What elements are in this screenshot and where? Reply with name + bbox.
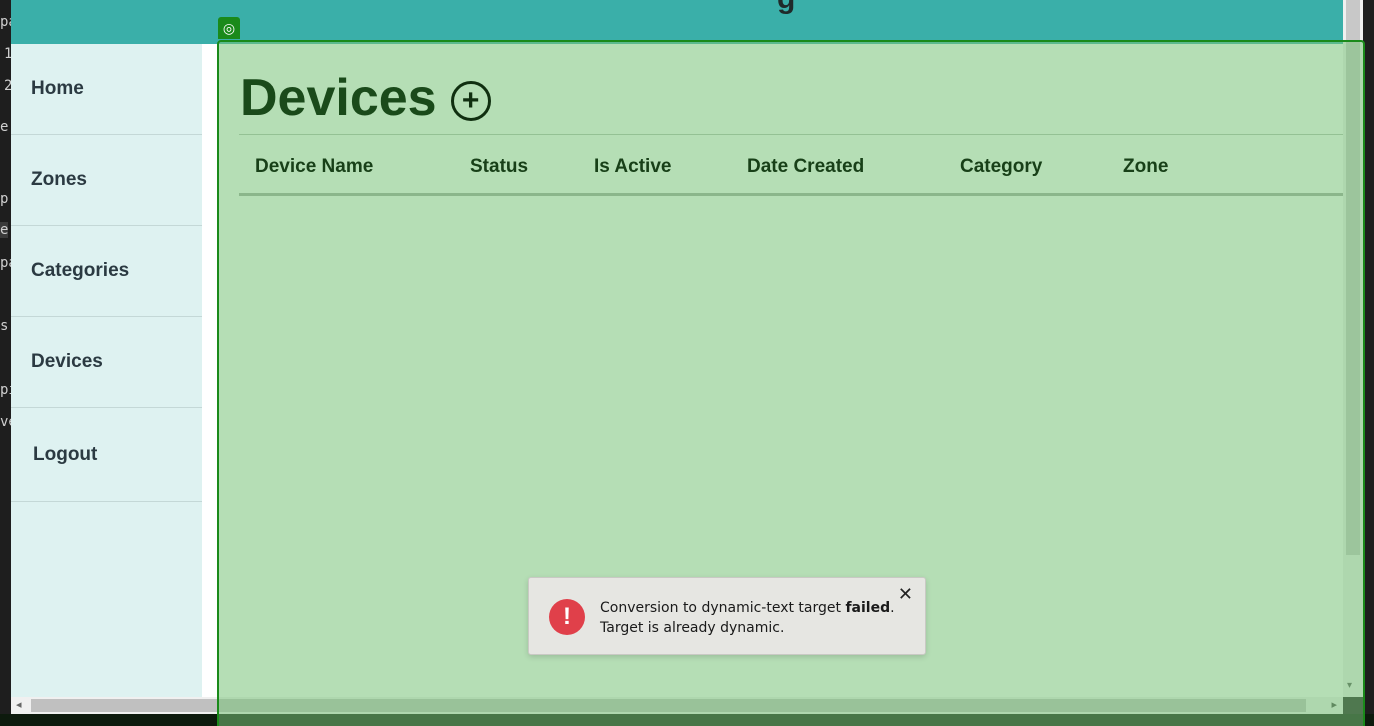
top-bar: g [11, 0, 1343, 44]
toast-message-bold: failed [845, 600, 891, 616]
column-header-status[interactable]: Status [470, 156, 528, 178]
editor-fragment: 2 [4, 78, 11, 94]
column-header-category[interactable]: Category [960, 156, 1042, 178]
column-header-zone[interactable]: Zone [1123, 156, 1168, 178]
app-title-fragment: g [777, 0, 795, 16]
page-heading: Devices + [240, 68, 491, 128]
editor-fragment: e [0, 119, 9, 135]
editor-fragment: e [0, 222, 9, 238]
editor-fragment: pa [0, 255, 11, 271]
sidebar-item-categories[interactable]: Categories [11, 226, 202, 317]
editor-fragment: ve [0, 414, 11, 430]
sidebar: Home Zones Categories Devices Logout [11, 44, 202, 697]
editor-fragment: p [0, 191, 9, 207]
error-toast: ! Conversion to dynamic-text target fail… [528, 577, 926, 655]
devices-table-header: Device Name Status Is Active Date Create… [239, 136, 1343, 196]
background-editor-strip: pa 1 2 e p e pa s pis ve [0, 0, 11, 726]
error-icon: ! [549, 599, 585, 635]
editor-fragment: pis [0, 382, 11, 398]
editor-fragment: 1 [4, 46, 11, 62]
scroll-left-icon[interactable]: ◂ [16, 698, 22, 711]
editor-fragment: pa [0, 14, 11, 30]
sidebar-item-devices[interactable]: Devices [11, 317, 202, 408]
toast-message-text: Conversion to dynamic-text target [600, 600, 846, 616]
add-device-button[interactable]: + [450, 81, 491, 121]
heading-divider [239, 134, 1343, 135]
toast-message: Conversion to dynamic-text target failed… [600, 598, 895, 638]
close-icon[interactable]: ✕ [898, 584, 913, 605]
toast-message-end: . [890, 600, 895, 616]
column-header-is-active[interactable]: Is Active [594, 156, 671, 178]
editor-fragment: s [0, 318, 9, 334]
plus-icon: + [461, 84, 480, 117]
target-icon[interactable]: ◎ [218, 17, 240, 39]
sidebar-item-zones[interactable]: Zones [11, 135, 202, 226]
page-title: Devices [240, 69, 437, 127]
column-header-date-created[interactable]: Date Created [747, 156, 864, 178]
sidebar-item-logout[interactable]: Logout [11, 408, 202, 502]
sidebar-item-home[interactable]: Home [11, 44, 202, 135]
column-header-device-name[interactable]: Device Name [255, 156, 373, 178]
toast-message-line2: Target is already dynamic. [600, 620, 785, 636]
